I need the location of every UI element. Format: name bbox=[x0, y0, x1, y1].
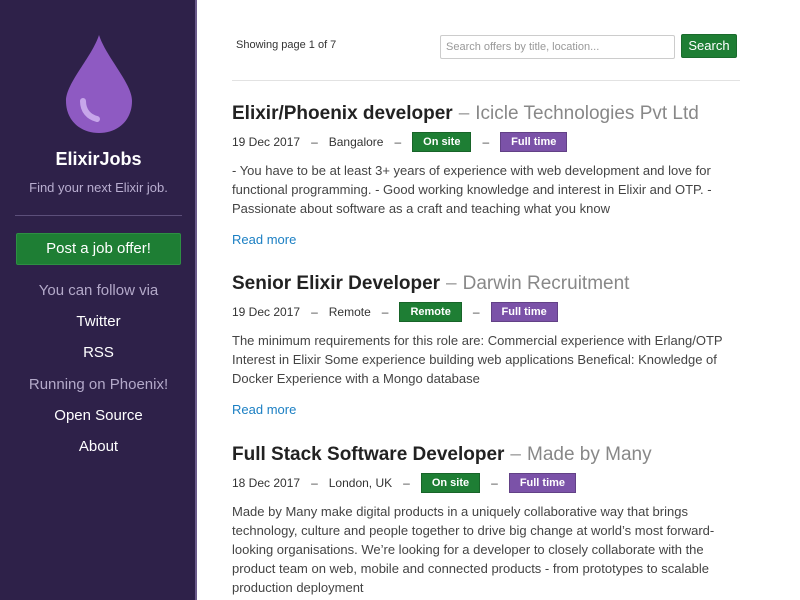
meta-separator: – bbox=[472, 305, 480, 319]
meta-separator: – bbox=[381, 305, 389, 319]
job-description: Made by Many make digital products in a … bbox=[232, 504, 715, 595]
pagination-status: Showing page 1 of 7 bbox=[236, 39, 337, 51]
running-label: Running on Phoenix! bbox=[28, 376, 169, 393]
open-source-link[interactable]: Open Source bbox=[0, 407, 197, 424]
meta-separator: – bbox=[403, 476, 410, 490]
job-listing: Full Stack Software Developer – Made by Ma… bbox=[232, 444, 742, 597]
job-location: Bangalore bbox=[328, 135, 384, 149]
job-date: 18 Dec 2017 bbox=[232, 476, 301, 490]
job-description: The minimum requirements for this role a… bbox=[232, 333, 723, 386]
header-divider bbox=[232, 80, 740, 81]
sidebar: ElixirJobs Find your next Elixir job. Po… bbox=[0, 0, 197, 600]
read-more-link[interactable]: Read more bbox=[232, 402, 742, 417]
job-meta: 19 Dec 2017 – Remote – Remote – Full tim… bbox=[232, 302, 742, 322]
job-heading: Senior Elixir Developer – Darwin Recruitme… bbox=[232, 273, 742, 295]
job-date: 19 Dec 2017 bbox=[232, 305, 301, 319]
search-input[interactable] bbox=[440, 35, 675, 59]
job-location: London, UK bbox=[328, 476, 393, 490]
elixir-drop-logo bbox=[66, 35, 132, 133]
meta-separator: – bbox=[394, 135, 402, 149]
job-type-badge: Full time bbox=[500, 132, 568, 152]
place-badge: On site bbox=[420, 473, 481, 493]
meta-separator: – bbox=[311, 135, 318, 149]
job-meta: 19 Dec 2017 – Bangalore – On site – Full… bbox=[232, 132, 742, 152]
job-company: Icicle Technologies Pvt Ltd bbox=[475, 103, 699, 124]
job-heading: Full Stack Software Developer – Made by Ma… bbox=[232, 444, 742, 466]
job-company: Darwin Recruitment bbox=[462, 273, 630, 294]
title-separator: – bbox=[510, 444, 521, 465]
follow-label: You can follow via bbox=[38, 282, 159, 299]
job-title[interactable]: Full Stack Software Developer bbox=[232, 444, 504, 465]
job-company: Made by Many bbox=[527, 444, 652, 465]
job-location: Remote bbox=[328, 305, 371, 319]
job-date: 19 Dec 2017 bbox=[232, 135, 301, 149]
meta-separator: – bbox=[491, 476, 498, 490]
meta-separator: – bbox=[311, 305, 318, 319]
title-separator: – bbox=[458, 103, 470, 124]
job-type-badge: Full time bbox=[508, 473, 577, 493]
job-listing: Elixir/Phoenix developer – Icicle Technolo… bbox=[232, 103, 742, 247]
rss-link[interactable]: RSS bbox=[0, 344, 197, 361]
search-button[interactable]: Search bbox=[681, 34, 737, 58]
job-title[interactable]: Senior Elixir Developer bbox=[232, 273, 440, 294]
job-title[interactable]: Elixir/Phoenix developer bbox=[232, 103, 453, 124]
job-listing: Senior Elixir Developer – Darwin Recruitme… bbox=[232, 273, 742, 417]
tagline: Find your next Elixir job. bbox=[29, 180, 168, 195]
title-separator: – bbox=[446, 273, 457, 294]
place-badge: Remote bbox=[399, 302, 462, 322]
twitter-link[interactable]: Twitter bbox=[0, 313, 197, 330]
place-badge: On site bbox=[412, 132, 472, 152]
post-job-button[interactable]: Post a job offer! bbox=[16, 233, 181, 265]
job-meta: 18 Dec 2017 – London, UK – On site – Ful… bbox=[232, 473, 742, 493]
meta-separator: – bbox=[482, 135, 490, 149]
job-description: - You have to be at least 3+ years of ex… bbox=[232, 163, 712, 216]
sidebar-divider bbox=[15, 215, 182, 216]
job-heading: Elixir/Phoenix developer – Icicle Technolo… bbox=[232, 103, 742, 125]
about-link[interactable]: About bbox=[0, 438, 197, 455]
meta-separator: – bbox=[311, 476, 318, 490]
brand-title[interactable]: ElixirJobs bbox=[0, 149, 197, 170]
job-type-badge: Full time bbox=[490, 302, 558, 322]
read-more-link[interactable]: Read more bbox=[232, 232, 742, 247]
